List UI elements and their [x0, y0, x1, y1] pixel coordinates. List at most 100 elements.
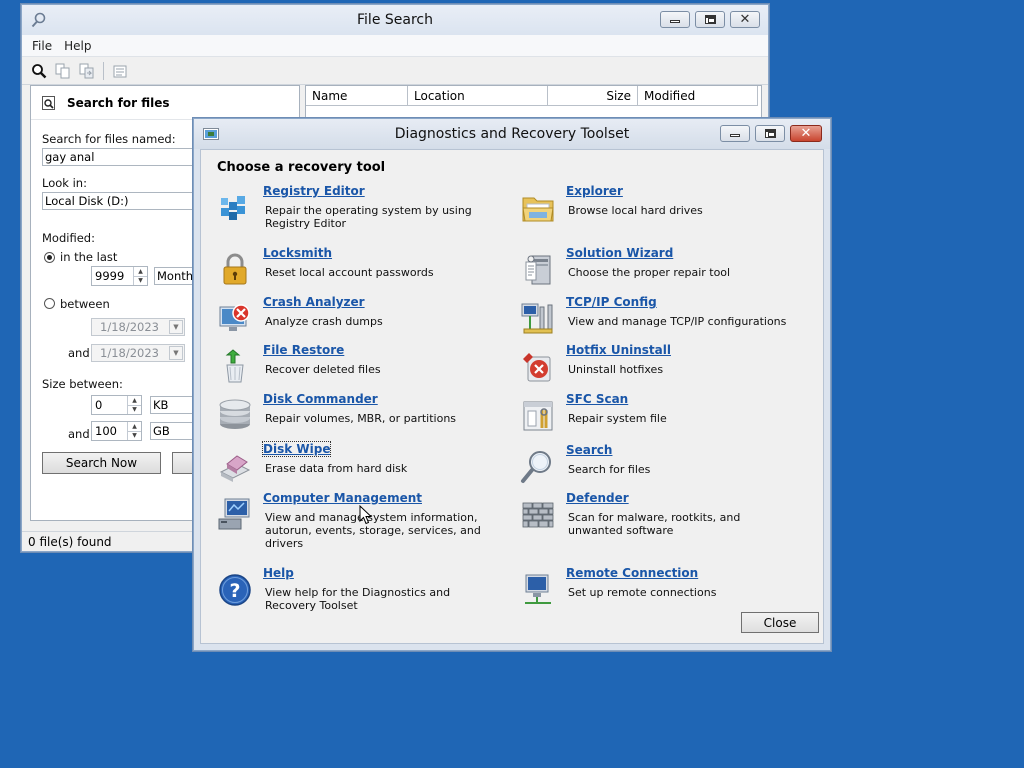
- tool-description: View help for the Diagnostics and Recove…: [265, 586, 451, 612]
- menu-file[interactable]: File: [32, 39, 52, 53]
- dart-content: Choose a recovery tool Registry Editor R…: [200, 149, 824, 644]
- spin-up-icon[interactable]: ▲: [128, 396, 141, 405]
- registry-icon: [221, 196, 245, 220]
- tool-link[interactable]: Computer Management: [263, 491, 422, 505]
- restore-icon: [704, 15, 716, 24]
- date-from-picker[interactable]: 1/18/2023 ▼: [91, 318, 185, 336]
- spin-down-icon[interactable]: ▼: [128, 404, 141, 415]
- search-document-icon: [42, 95, 55, 110]
- menu-help[interactable]: Help: [64, 39, 91, 53]
- close-icon: ✕: [800, 126, 812, 141]
- spin-up-icon[interactable]: ▲: [134, 267, 147, 276]
- tool-description: Uninstall hotfixes: [568, 363, 664, 376]
- tool-link[interactable]: Crash Analyzer: [263, 295, 365, 309]
- tool-link[interactable]: Explorer: [566, 184, 623, 198]
- tool-description: Set up remote connections: [568, 586, 717, 599]
- toolbar-copy-button[interactable]: [52, 60, 74, 82]
- tool-link[interactable]: Solution Wizard: [566, 246, 673, 260]
- tool-link[interactable]: Disk Wipe: [261, 441, 332, 457]
- hotfix-icon: [523, 353, 551, 382]
- size-max-value: 100: [95, 424, 117, 438]
- status-file-count: 0 file(s) found: [28, 535, 112, 549]
- dart-minimize-button[interactable]: [720, 125, 750, 142]
- tool-description: Scan for malware, rootkits, and unwanted…: [568, 511, 741, 537]
- padlock-icon: [223, 253, 247, 285]
- dart-maximize-button[interactable]: [755, 125, 785, 142]
- toolbar-properties-button[interactable]: [109, 60, 131, 82]
- search-named-label: Search for files named:: [42, 132, 176, 146]
- column-header-name[interactable]: Name: [306, 86, 408, 106]
- dart-titlebar[interactable]: Diagnostics and Recovery Toolset ✕: [194, 119, 830, 149]
- spin-up-icon[interactable]: ▲: [128, 422, 141, 431]
- properties-icon: [113, 65, 127, 77]
- tool-link[interactable]: SFC Scan: [566, 392, 628, 406]
- column-header-size[interactable]: Size: [548, 86, 638, 106]
- minimize-icon: [730, 134, 740, 137]
- tool-link[interactable]: Hotfix Uninstall: [566, 343, 671, 357]
- dropdown-arrow-icon: ▼: [169, 346, 183, 360]
- restore-icon: [764, 129, 776, 138]
- spin-down-icon[interactable]: ▼: [128, 430, 141, 441]
- choose-tool-heading: Choose a recovery tool: [217, 160, 386, 175]
- dart-close-button[interactable]: ✕: [790, 125, 822, 142]
- between-radio[interactable]: [44, 298, 55, 309]
- size-min-value: 0: [95, 398, 103, 412]
- in-the-last-radio[interactable]: [44, 252, 55, 263]
- tool-link[interactable]: Remote Connection: [566, 566, 698, 580]
- tool-link[interactable]: Registry Editor: [263, 184, 365, 198]
- minimize-button[interactable]: [660, 11, 690, 28]
- dropdown-arrow-icon: ▼: [169, 320, 183, 334]
- crash-icon: [219, 304, 250, 331]
- window-title: File Search: [357, 12, 433, 28]
- tool-description: Repair system file: [568, 412, 667, 425]
- tool-link[interactable]: Locksmith: [263, 246, 332, 260]
- tool-link[interactable]: TCP/IP Config: [566, 295, 657, 309]
- file-search-titlebar[interactable]: File Search ✕: [22, 5, 768, 35]
- tool-description: Repair the operating system by using Reg…: [265, 204, 472, 230]
- modified-label: Modified:: [42, 231, 95, 245]
- size-and-label: and: [68, 427, 90, 441]
- mouse-cursor-icon: [359, 505, 373, 525]
- computer-management-icon: [218, 498, 250, 530]
- tool-description: Browse local hard drives: [568, 204, 703, 217]
- search-icon: [32, 63, 47, 78]
- in-the-last-spinner[interactable]: 9999 ▲ ▼: [91, 266, 148, 286]
- in-the-last-value: 9999: [95, 269, 125, 283]
- tool-description: Reset local account passwords: [265, 266, 434, 279]
- folder-icon: [522, 197, 554, 222]
- wizard-icon: [525, 255, 551, 285]
- tool-link[interactable]: Search: [566, 443, 612, 457]
- copy-icon: [55, 63, 70, 78]
- tool-description: Analyze crash dumps: [265, 315, 383, 328]
- date-to-picker[interactable]: 1/18/2023 ▼: [91, 344, 185, 362]
- tool-link[interactable]: Help: [263, 566, 294, 580]
- minimize-icon: [670, 20, 680, 23]
- move-icon: [79, 63, 94, 78]
- search-panel-title: Search for files: [67, 95, 170, 110]
- maximize-button[interactable]: [695, 11, 725, 28]
- tool-link[interactable]: Defender: [566, 491, 629, 505]
- disk-stack-icon: [219, 399, 251, 429]
- toolbar: [22, 57, 768, 85]
- toolbar-search-button[interactable]: [28, 60, 50, 82]
- toolbar-move-button[interactable]: [76, 60, 98, 82]
- size-min-spinner[interactable]: 0 ▲ ▼: [91, 395, 142, 415]
- date-and-label: and: [68, 346, 90, 360]
- close-button[interactable]: Close: [741, 612, 819, 633]
- size-max-spinner[interactable]: 100 ▲ ▼: [91, 421, 142, 441]
- column-header-location[interactable]: Location: [408, 86, 548, 106]
- wall-icon: [522, 502, 554, 528]
- tool-description: Choose the proper repair tool: [568, 266, 731, 279]
- tool-description: Recover deleted files: [265, 363, 381, 376]
- close-button[interactable]: ✕: [730, 11, 760, 28]
- search-panel-header: Search for files: [31, 86, 299, 120]
- sfc-icon: [523, 401, 553, 431]
- magnifier-icon: [521, 451, 551, 483]
- tool-link[interactable]: Disk Commander: [263, 392, 378, 406]
- search-now-button[interactable]: Search Now: [42, 452, 161, 474]
- spin-down-icon[interactable]: ▼: [134, 275, 147, 286]
- column-header-modified[interactable]: Modified: [638, 86, 758, 106]
- tool-link[interactable]: File Restore: [263, 343, 344, 357]
- menu-bar: File Help: [22, 35, 768, 57]
- tool-description: Repair volumes, MBR, or partitions: [265, 412, 457, 425]
